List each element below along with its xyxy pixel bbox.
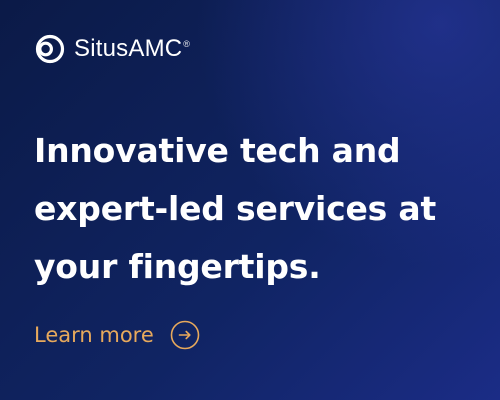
headline-line-1: Innovative tech and: [34, 131, 401, 170]
brand-name: SitusAMC®: [74, 37, 190, 61]
trademark-symbol: ®: [183, 39, 191, 49]
arrow-right-circle-icon[interactable]: [170, 320, 200, 350]
headline-line-3: your fingertips.: [34, 247, 321, 286]
headline: Innovative tech and expert-led services …: [34, 122, 464, 296]
brand-name-text: SitusAMC: [74, 35, 183, 62]
learn-more-label: Learn more: [34, 322, 154, 347]
ad-banner[interactable]: SitusAMC® Innovative tech and expert-led…: [0, 0, 500, 400]
ring-logo-icon: [34, 33, 66, 65]
brand-logo[interactable]: SitusAMC®: [34, 32, 190, 66]
headline-line-2: expert-led services at: [34, 189, 437, 228]
learn-more-link[interactable]: Learn more: [34, 320, 200, 350]
